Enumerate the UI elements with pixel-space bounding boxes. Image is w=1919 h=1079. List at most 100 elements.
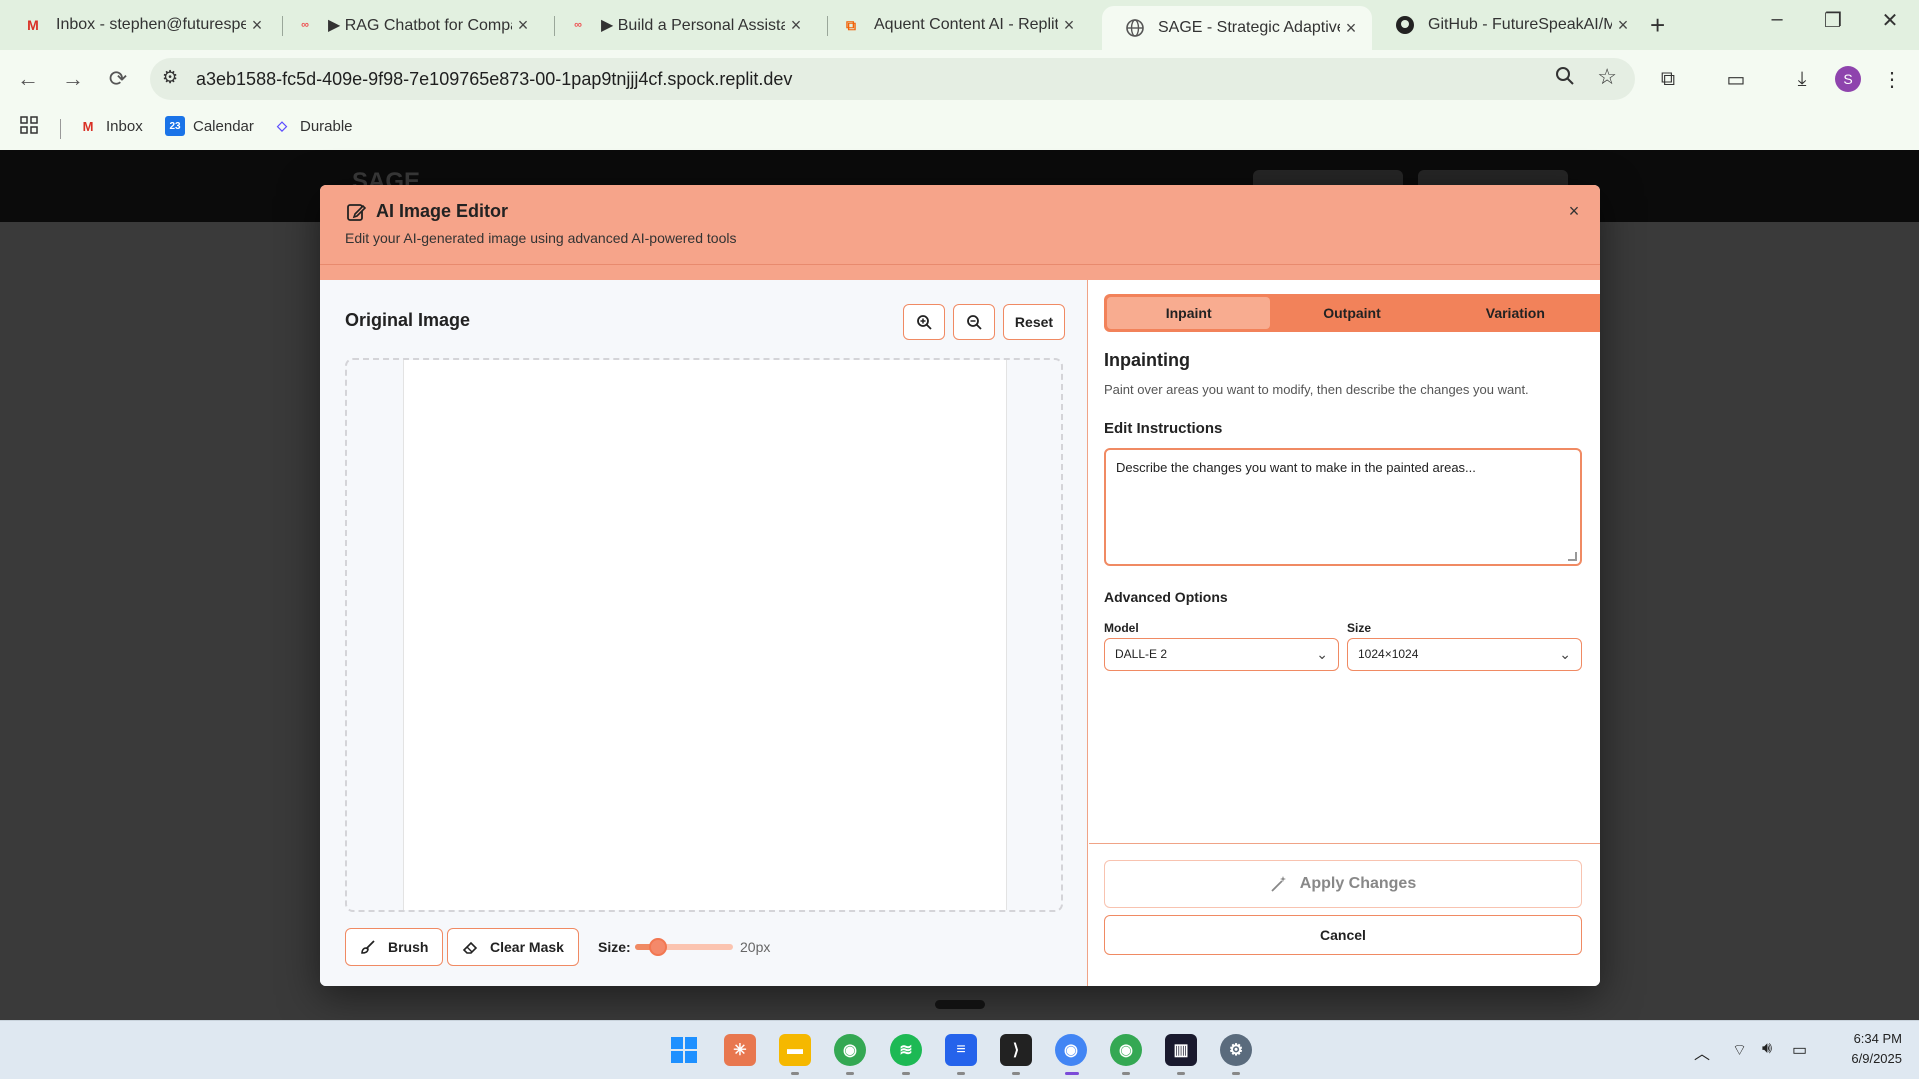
zoom-in-button[interactable] — [903, 304, 945, 340]
size-select[interactable]: 1024×1024 ⌄ — [1347, 638, 1582, 671]
spotify-icon[interactable]: ≋ — [890, 1034, 922, 1066]
browser-tab[interactable]: ⧉ Aquent Content AI - Replit × — [818, 7, 1090, 43]
active-indicator — [1065, 1072, 1079, 1075]
minimize-icon[interactable]: – — [1757, 8, 1797, 31]
bookmark-star-icon[interactable]: ☆ — [1597, 64, 1617, 90]
running-indicator — [957, 1072, 965, 1075]
flow-icon: ∞ — [301, 19, 309, 31]
claude-icon[interactable]: ✳ — [724, 1034, 756, 1066]
browser-tab[interactable]: GitHub - FutureSpeakAI/My × — [1372, 7, 1644, 43]
close-icon[interactable]: × — [1562, 199, 1586, 223]
running-indicator — [1012, 1072, 1020, 1075]
bookmark-divider — [60, 119, 61, 139]
tab-search-icon[interactable]: ▭ — [1720, 63, 1752, 95]
close-tab-icon[interactable]: × — [246, 15, 268, 36]
bookmark-inbox[interactable]: M Inbox — [78, 116, 143, 136]
brush-button[interactable]: Brush — [345, 928, 444, 966]
profile-avatar[interactable]: S — [1835, 66, 1861, 92]
taskbar: ✳ ▬ ◉ ≋ ≡ ⟩ ◉ ◉ ▥ ⚙ ︿ ⌔ 🔊︎ ▭ 6:34 PM 6/9… — [0, 1020, 1919, 1079]
settings-icon[interactable]: ⚙ — [1220, 1034, 1252, 1066]
slider-thumb[interactable] — [648, 938, 667, 956]
model-label: Model — [1104, 621, 1139, 635]
restore-icon[interactable]: ❐ — [1813, 8, 1853, 33]
running-indicator — [902, 1072, 910, 1075]
download-icon[interactable]: ⤓ — [1786, 63, 1818, 95]
zoom-icon[interactable] — [1555, 66, 1575, 92]
tab-inpaint[interactable]: Inpaint — [1107, 297, 1271, 329]
battery-icon[interactable]: ▭ — [1792, 1040, 1807, 1060]
clock-time: 6:34 PM — [1853, 1031, 1902, 1046]
chevron-up-icon[interactable]: ︿ — [1694, 1040, 1710, 1064]
browser-tab[interactable]: ∞ ▶ RAG Chatbot for Compar × — [272, 7, 544, 43]
apply-changes-button[interactable]: Apply Changes — [1104, 860, 1582, 908]
instructions-label: Edit Instructions — [1104, 420, 1223, 437]
scroll-handle[interactable] — [935, 1000, 985, 1009]
notepad-icon[interactable]: ≡ — [945, 1034, 977, 1066]
back-icon[interactable]: ← — [12, 63, 44, 95]
running-indicator — [1122, 1072, 1130, 1075]
modal-subtitle: Edit your AI-generated image using advan… — [345, 230, 737, 246]
reload-icon[interactable]: ⟳ — [102, 63, 134, 95]
browser-tabstrip: M Inbox - stephen@futurespe × ∞ ▶ RAG Ch… — [0, 0, 1919, 50]
tab-variation[interactable]: Variation — [1434, 297, 1597, 329]
flow-icon: ∞ — [574, 19, 582, 31]
zoom-in-icon — [917, 315, 932, 330]
magic-wand-icon — [1271, 876, 1286, 892]
edit-icon — [347, 203, 366, 221]
size-label: Size — [1347, 621, 1372, 635]
stats-app-icon[interactable]: ▥ — [1165, 1034, 1197, 1066]
image-canvas-area[interactable] — [345, 358, 1063, 912]
clear-mask-button[interactable]: Clear Mask — [447, 928, 579, 966]
header-strip — [320, 265, 1600, 280]
site-info-icon[interactable]: ⚙ — [162, 67, 178, 88]
new-tab-icon[interactable]: + — [1650, 10, 1665, 41]
resize-grip-icon[interactable] — [1568, 552, 1577, 561]
edit-options-pane: Inpaint Outpaint Variation Inpainting Pa… — [1089, 280, 1600, 986]
wifi-icon[interactable]: ⌔ — [1732, 1040, 1747, 1060]
model-select[interactable]: DALL-E 2 ⌄ — [1104, 638, 1339, 671]
running-indicator — [1232, 1072, 1240, 1075]
forward-icon[interactable]: → — [57, 63, 89, 95]
image-canvas[interactable] — [403, 360, 1007, 910]
chrome-icon[interactable]: ◉ — [834, 1034, 866, 1066]
brush-size-slider[interactable] — [635, 938, 733, 956]
reset-button[interactable]: Reset — [1003, 304, 1065, 340]
close-tab-icon[interactable]: × — [1340, 18, 1362, 39]
volume-icon[interactable]: 🔊︎ — [1762, 1040, 1772, 1058]
gmail-icon: M — [27, 17, 39, 33]
menu-dots-icon[interactable]: ⋮ — [1876, 63, 1908, 95]
address-bar[interactable]: ⚙ a3eb1588-fc5d-409e-9f98-7e109765e873-0… — [150, 58, 1635, 100]
gmail-icon: M — [82, 118, 94, 134]
close-window-icon[interactable]: ✕ — [1870, 8, 1910, 33]
browser-tab[interactable]: M Inbox - stephen@futurespe × — [0, 7, 278, 43]
section-description: Paint over areas you want to modify, the… — [1104, 382, 1529, 397]
terminal-icon[interactable]: ⟩ — [1000, 1034, 1032, 1066]
browser-tab[interactable]: ∞ ▶ Build a Personal Assistant × — [545, 7, 817, 43]
running-indicator — [1177, 1072, 1185, 1075]
edit-instructions-textarea[interactable]: Describe the changes you want to make in… — [1104, 448, 1582, 566]
chevron-down-icon: ⌄ — [1316, 646, 1328, 662]
eraser-icon — [462, 941, 478, 954]
bookmark-durable[interactable]: ◇ Durable — [272, 116, 353, 136]
modal-title: AI Image Editor — [346, 201, 508, 222]
bookmark-calendar[interactable]: 23 Calendar — [165, 116, 254, 136]
apps-grid-icon[interactable] — [20, 116, 38, 134]
calendar-icon: 23 — [165, 116, 185, 136]
start-icon[interactable] — [668, 1034, 700, 1066]
system-clock[interactable]: 6:34 PM 6/9/2025 — [1838, 1029, 1902, 1069]
chrome-profile-icon[interactable]: ◉ — [1110, 1034, 1142, 1066]
brush-icon — [361, 940, 375, 954]
cancel-button[interactable]: Cancel — [1104, 915, 1582, 955]
close-tab-icon[interactable]: × — [785, 15, 807, 36]
running-indicator — [791, 1072, 799, 1075]
close-tab-icon[interactable]: × — [1612, 15, 1634, 36]
file-explorer-icon[interactable]: ▬ — [779, 1034, 811, 1066]
close-tab-icon[interactable]: × — [1058, 15, 1080, 36]
extensions-icon[interactable]: ⧉ — [1652, 63, 1684, 95]
browser-tab-active[interactable]: SAGE - Strategic Adaptive G × — [1102, 6, 1372, 50]
tab-outpaint[interactable]: Outpaint — [1270, 297, 1433, 329]
zoom-out-button[interactable] — [953, 304, 995, 340]
close-tab-icon[interactable]: × — [512, 15, 534, 36]
chrome-profile-icon[interactable]: ◉ — [1055, 1034, 1087, 1066]
url-text[interactable]: a3eb1588-fc5d-409e-9f98-7e109765e873-00-… — [196, 69, 792, 90]
